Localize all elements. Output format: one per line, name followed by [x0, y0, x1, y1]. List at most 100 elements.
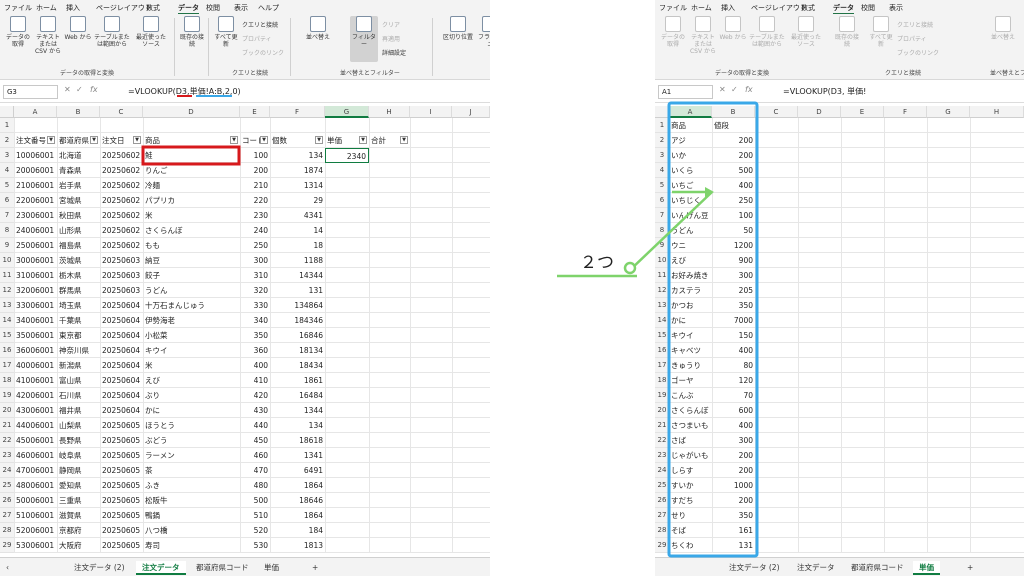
row-header[interactable]: 24	[0, 463, 14, 478]
table-cell[interactable]: 250	[712, 193, 755, 208]
header-cell[interactable]: 合計 ▼	[369, 133, 410, 148]
row-header[interactable]: 26	[655, 493, 669, 508]
cancel-icon[interactable]: ✕	[719, 85, 726, 94]
table-cell[interactable]	[325, 313, 369, 328]
menu-9[interactable]: ヘルプ	[258, 3, 279, 13]
row-header[interactable]: 25	[655, 478, 669, 493]
table-cell[interactable]: 200	[712, 148, 755, 163]
table-cell[interactable]: 茨城県	[57, 253, 100, 268]
table-cell[interactable]: 1000	[712, 478, 755, 493]
table-cell[interactable]: 伊勢海老	[143, 313, 240, 328]
row-header[interactable]: 9	[0, 238, 14, 253]
menu-8[interactable]: 表示	[889, 3, 903, 13]
table-cell[interactable]: 7000	[712, 313, 755, 328]
table-cell[interactable]: いくら	[669, 163, 712, 178]
table-cell[interactable]: いちご	[669, 178, 712, 193]
table-cell[interactable]: 80	[712, 358, 755, 373]
table-cell[interactable]: 50006001	[14, 493, 57, 508]
table-cell[interactable]	[325, 328, 369, 343]
table-cell[interactable]: 250	[240, 238, 270, 253]
menu-2[interactable]: ホーム	[36, 3, 57, 13]
table-cell[interactable]: 鮭	[143, 148, 240, 163]
table-cell[interactable]: 餃子	[143, 268, 240, 283]
table-cell[interactable]: 40006001	[14, 358, 57, 373]
row-header[interactable]: 23	[655, 448, 669, 463]
table-cell[interactable]: 460	[240, 448, 270, 463]
row-header[interactable]: 15	[0, 328, 14, 343]
table-cell[interactable]: 134	[270, 148, 325, 163]
table-cell[interactable]: 10006001	[14, 148, 57, 163]
filter-button[interactable]: フィルター	[350, 16, 378, 62]
table-cell[interactable]: さくらんぼ	[143, 223, 240, 238]
table-cell[interactable]: 500	[240, 493, 270, 508]
table-cell[interactable]: 48006001	[14, 478, 57, 493]
sheet-tab-4[interactable]: 単価	[258, 561, 285, 575]
column-header-F[interactable]: F	[270, 106, 325, 118]
column-header-I[interactable]: I	[410, 106, 452, 118]
table-cell[interactable]: 大阪府	[57, 538, 100, 553]
table-cell[interactable]: 岐阜県	[57, 448, 100, 463]
row-header[interactable]: 7	[655, 208, 669, 223]
sort-button[interactable]: 並べ替え	[985, 16, 1021, 62]
table-cell[interactable]	[325, 463, 369, 478]
table-cell[interactable]: 20006001	[14, 163, 57, 178]
table-cell[interactable]: 静岡県	[57, 463, 100, 478]
row-header[interactable]: 3	[655, 148, 669, 163]
table-cell[interactable]: 1813	[270, 538, 325, 553]
row-header[interactable]: 12	[655, 283, 669, 298]
sheet-tab-4[interactable]: 単価	[913, 561, 940, 575]
recent-sources-button[interactable]: 最近使ったソース	[789, 16, 823, 62]
table-cell[interactable]: えび	[669, 253, 712, 268]
table-cell[interactable]: ウニ	[669, 238, 712, 253]
table-cell[interactable]	[325, 493, 369, 508]
header-cell[interactable]: 個数 ▼	[270, 133, 325, 148]
row-header[interactable]: 18	[0, 373, 14, 388]
table-cell[interactable]: 18646	[270, 493, 325, 508]
sheet-tab-2[interactable]: 注文データ	[791, 561, 841, 575]
formula-input[interactable]: =VLOOKUP(D3, 単価!	[783, 86, 866, 97]
table-cell[interactable]: 22006001	[14, 193, 57, 208]
table-cell[interactable]: 納豆	[143, 253, 240, 268]
column-header-B[interactable]: B	[57, 106, 100, 118]
table-cell[interactable]: 20250602	[100, 193, 143, 208]
row-header[interactable]: 29	[655, 538, 669, 553]
table-cell[interactable]: 510	[240, 508, 270, 523]
table-cell[interactable]: 1864	[270, 508, 325, 523]
table-cell[interactable]: 20250605	[100, 508, 143, 523]
menu-2[interactable]: ホーム	[691, 3, 712, 13]
row-header[interactable]: 23	[0, 448, 14, 463]
menu-8[interactable]: 表示	[234, 3, 248, 13]
table-cell[interactable]: 51006001	[14, 508, 57, 523]
table-cell[interactable]: 21006001	[14, 178, 57, 193]
table-cell[interactable]: 520	[240, 523, 270, 538]
table-cell[interactable]: 福島県	[57, 238, 100, 253]
row-header[interactable]: 4	[0, 163, 14, 178]
row-header[interactable]: 21	[655, 418, 669, 433]
advanced-button[interactable]: 詳細設定	[382, 48, 406, 57]
table-cell[interactable]: 青森県	[57, 163, 100, 178]
table-cell[interactable]: 八つ橋	[143, 523, 240, 538]
table-cell[interactable]: 400	[712, 343, 755, 358]
clear-button[interactable]: クリア	[382, 20, 400, 29]
table-cell[interactable]: 米	[143, 358, 240, 373]
table-cell[interactable]: 53006001	[14, 538, 57, 553]
table-cell[interactable]: 300	[712, 433, 755, 448]
row-header[interactable]: 26	[0, 493, 14, 508]
table-cell[interactable]: 寿司	[143, 538, 240, 553]
table-cell[interactable]: 20250604	[100, 403, 143, 418]
table-cell[interactable]: 240	[240, 223, 270, 238]
table-cell[interactable]: 205	[712, 283, 755, 298]
table-cell[interactable]: うどん	[669, 223, 712, 238]
table-cell[interactable]: 20250605	[100, 493, 143, 508]
table-cell[interactable]: 鴨鍋	[143, 508, 240, 523]
table-cell[interactable]: 330	[240, 298, 270, 313]
table-cell[interactable]: 愛知県	[57, 478, 100, 493]
filter-dropdown-icon[interactable]: ▼	[400, 136, 408, 144]
filter-dropdown-icon[interactable]: ▼	[315, 136, 323, 144]
table-cell[interactable]: ほうとう	[143, 418, 240, 433]
table-cell[interactable]: 20250604	[100, 343, 143, 358]
filter-dropdown-icon[interactable]: ▼	[90, 136, 98, 144]
table-cell[interactable]: 石川県	[57, 388, 100, 403]
table-cell[interactable]: 1314	[270, 178, 325, 193]
row-header[interactable]: 2	[655, 133, 669, 148]
